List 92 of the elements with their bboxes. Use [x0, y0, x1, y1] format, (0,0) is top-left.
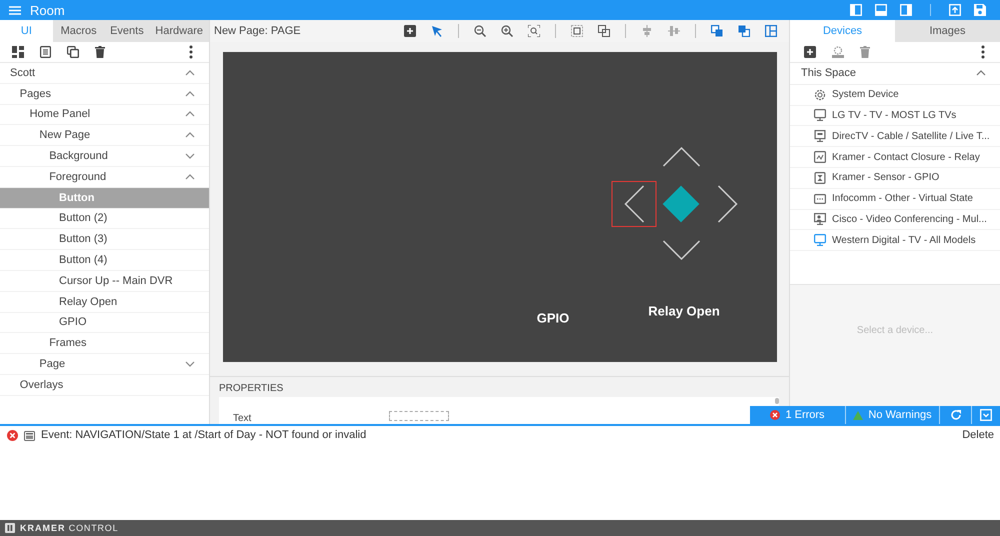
trash-icon[interactable] [95, 46, 105, 58]
canvas-label: GPIO [536, 310, 570, 326]
tree-item[interactable]: GPIO [0, 312, 209, 334]
text-field[interactable] [389, 411, 450, 421]
device-item[interactable]: Western Digital - TV - All Models [790, 230, 1000, 252]
device-item[interactable]: System Device [790, 84, 1000, 106]
device-item[interactable]: DirecTV - Cable / Satellite / Live T... [790, 126, 1000, 148]
tree-item[interactable]: Button (3) [0, 229, 209, 250]
device-name: Kramer - Sensor - GPIO [832, 172, 940, 184]
delete-button[interactable]: Delete [962, 429, 994, 441]
chevron-button[interactable] [612, 181, 656, 227]
panel-right-icon[interactable] [900, 4, 912, 16]
device-name: LG TV - TV - MOST LG TVs [832, 110, 956, 121]
device-name: Infocomm - Other - Virtual State [832, 193, 973, 204]
chevron-icon[interactable] [185, 90, 195, 97]
chevron-icon [661, 239, 701, 261]
device-item[interactable]: Kramer - Contact Closure - Relay [790, 147, 1000, 168]
add-icon[interactable] [404, 25, 416, 37]
tree-item[interactable]: Pages [0, 84, 209, 105]
add-icon[interactable] [804, 46, 816, 58]
copy-icon[interactable] [67, 46, 79, 58]
chevron-icon [623, 184, 645, 224]
error-icon [770, 410, 780, 420]
tree-item[interactable]: Home Panel [0, 104, 209, 126]
panel-left-icon[interactable] [850, 4, 862, 16]
chevron-icon[interactable] [976, 70, 986, 76]
device-name: Cisco - Video Conferencing - Mul... [832, 214, 987, 225]
group-icon[interactable] [571, 25, 583, 37]
scrollbar-thumb[interactable] [775, 398, 779, 404]
tab[interactable]: Macros [52, 20, 104, 42]
canvas-label: Relay Open [648, 304, 720, 318]
tab[interactable]: Images [895, 20, 1000, 42]
tree-item[interactable]: Button (4) [0, 250, 209, 271]
send-back-icon[interactable] [738, 25, 750, 37]
bring-front-icon[interactable] [711, 25, 723, 37]
chevron-icon[interactable] [185, 70, 195, 76]
panel-bottom-icon[interactable] [875, 4, 887, 16]
chevron-icon[interactable] [185, 132, 195, 138]
zoom-out-icon[interactable] [474, 25, 486, 37]
more-icon[interactable] [981, 45, 985, 59]
device-name: System Device [832, 89, 899, 100]
dashboard-icon[interactable] [12, 46, 24, 58]
breadcrumb-title: New Page: PAGE [214, 25, 301, 37]
section-title: This Space [801, 67, 856, 80]
device-item[interactable]: Kramer - Sensor - GPIO [790, 168, 1000, 189]
device-name: DirecTV - Cable / Satellite / Live T... [832, 130, 990, 142]
section-header[interactable]: This Space [790, 63, 1000, 85]
section-title: PROPERTIES [219, 383, 284, 396]
tree-item[interactable]: New Page [0, 125, 209, 146]
save-icon[interactable] [974, 4, 986, 16]
tree-item[interactable]: Scott [0, 63, 209, 84]
event-icon [24, 430, 35, 440]
logo-icon [5, 523, 15, 533]
ungroup-icon[interactable] [598, 25, 610, 37]
tree-item[interactable]: Page [0, 354, 209, 375]
tab[interactable]: Hardware [149, 20, 209, 42]
tab[interactable]: Events [104, 20, 150, 42]
field-label: Text [233, 413, 252, 424]
error-icon [7, 430, 18, 440]
pointer-icon[interactable] [431, 25, 443, 37]
window-title: Room [30, 2, 65, 18]
empty-message: Select a device... [856, 325, 934, 336]
tree-item[interactable]: Overlays [0, 374, 209, 396]
device-item[interactable]: Cisco - Video Conferencing - Mul... [790, 210, 1000, 230]
zoom-in-icon[interactable] [501, 25, 513, 37]
menu-icon[interactable] [9, 6, 21, 14]
device-item[interactable]: Infocomm - Other - Virtual State [790, 188, 1000, 210]
layout-icon[interactable] [765, 25, 777, 37]
chevron-icon[interactable] [185, 153, 195, 160]
zoom-fit-icon[interactable] [528, 25, 540, 37]
chevron-icon[interactable] [185, 174, 195, 180]
tree-item[interactable]: Background [0, 146, 209, 167]
refresh-icon [950, 409, 962, 421]
upload-icon[interactable] [949, 4, 961, 16]
device-name: Western Digital - TV - All Models [832, 234, 976, 246]
tree-item[interactable]: Relay Open [0, 292, 209, 313]
log-message: Event: NAVIGATION/State 1 at /Start of Day - NOT found or invalid [41, 429, 366, 441]
collapse-icon [980, 409, 992, 421]
device-add-icon[interactable] [832, 46, 844, 58]
tree-item[interactable]: Cursor Up -- Main DVR [0, 270, 209, 292]
device-name: Kramer - Contact Closure - Relay [832, 152, 980, 163]
warning-icon [853, 410, 864, 420]
chevron-icon[interactable] [185, 361, 195, 368]
chevron-icon [716, 184, 738, 224]
document-icon[interactable] [40, 46, 51, 58]
chevron-icon [661, 146, 701, 168]
more-icon[interactable] [189, 45, 193, 59]
tree-item[interactable]: Frames [0, 333, 209, 354]
tree-item[interactable]: Button (2) [0, 208, 209, 230]
device-item[interactable]: LG TV - TV - MOST LG TVs [790, 106, 1000, 126]
brand-name: KRAMER CONTROL [20, 523, 118, 533]
chevron-icon[interactable] [185, 111, 195, 118]
